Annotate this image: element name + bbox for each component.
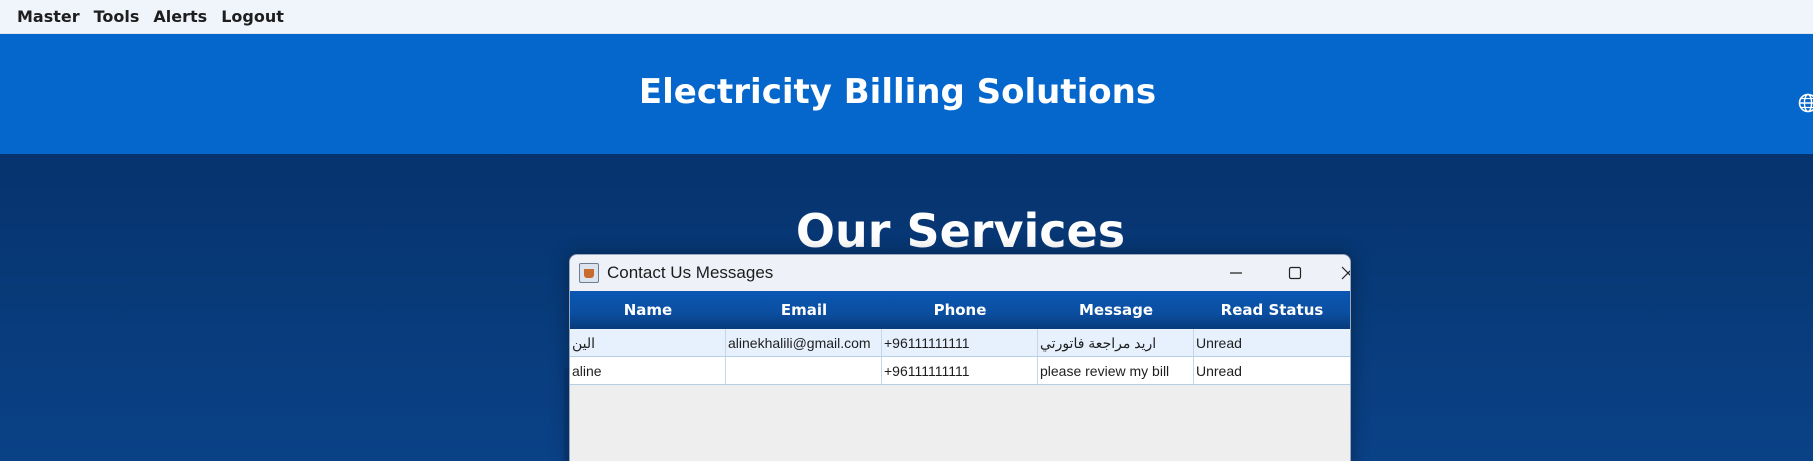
close-button[interactable] [1322,255,1350,291]
dialog-titlebar[interactable]: Contact Us Messages [570,255,1350,291]
cell-email [726,357,882,384]
column-header-read-status[interactable]: Read Status [1194,291,1350,329]
column-header-phone[interactable]: Phone [882,291,1038,329]
cell-phone: +96111111111 [882,357,1038,384]
site-title: Electricity Billing Solutions [638,72,1157,112]
close-icon [1341,266,1350,280]
cell-read-status: Unread [1196,363,1242,379]
menu-logout[interactable]: Logout [214,7,291,26]
table-row[interactable]: الين alinekhalili@gmail.com +96111111111… [570,329,1350,357]
dialog-title: Contact Us Messages [607,263,774,282]
cell-name: الين [570,329,726,356]
maximize-icon [1288,266,1302,280]
menu-bar: Master Tools Alerts Logout [0,0,1813,34]
column-header-message[interactable]: Message [1038,291,1194,329]
cell-phone: +96111111111 [882,329,1038,356]
cell-message: please review my bill [1038,357,1194,384]
table-row[interactable]: aline +96111111111 please review my bill… [570,357,1350,385]
contact-messages-dialog: Contact Us Messages Name Email Phone Mes… [569,254,1351,461]
cell-name: aline [570,357,726,384]
menu-master[interactable]: Master [10,7,87,26]
cell-message: اريد مراجعة فاتورتي [1038,329,1194,356]
minimize-button[interactable] [1210,255,1262,291]
cell-read-status: Unread [1196,335,1242,351]
globe-icon[interactable] [1797,92,1813,114]
menu-alerts[interactable]: Alerts [146,7,214,26]
maximize-button[interactable] [1269,255,1321,291]
minimize-icon [1230,272,1242,274]
menu-tools[interactable]: Tools [87,7,147,26]
java-app-icon [579,263,599,283]
services-title: Our Services [795,204,1126,258]
table-header: Name Email Phone Message Read Status [570,291,1350,329]
site-header: Electricity Billing Solutions [0,34,1813,154]
column-header-name[interactable]: Name [570,291,726,329]
column-header-email[interactable]: Email [726,291,882,329]
cell-email: alinekhalili@gmail.com [726,329,882,356]
